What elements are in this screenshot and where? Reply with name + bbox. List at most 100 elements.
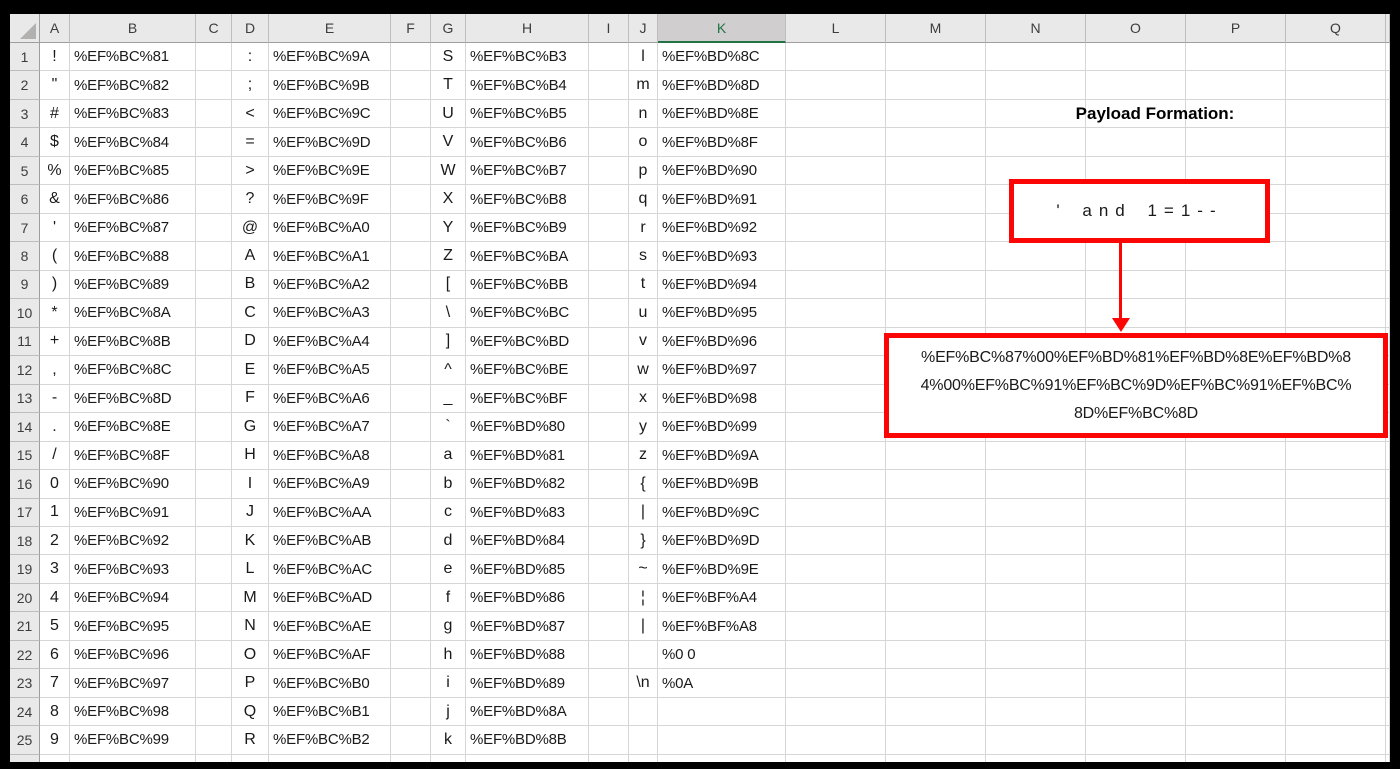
cell-H20[interactable]: %EF%BD%86	[466, 583, 589, 613]
cell-L25[interactable]	[786, 726, 886, 755]
cell-C6[interactable]	[196, 185, 232, 214]
cell-O13[interactable]	[1086, 384, 1186, 414]
cell-C8[interactable]	[196, 242, 232, 271]
cell-L24[interactable]	[786, 697, 886, 727]
cell-B3[interactable]: %EF%BC%83	[70, 99, 196, 129]
cell-F6[interactable]	[391, 185, 431, 214]
cell-L7[interactable]	[786, 213, 886, 243]
cell-O2[interactable]	[1086, 71, 1186, 100]
row-header-15[interactable]: 15	[10, 441, 40, 471]
cell-C22[interactable]	[196, 640, 232, 670]
cell-J5[interactable]: p	[629, 156, 658, 186]
cell-M23[interactable]	[886, 669, 986, 698]
cell-A18[interactable]: 2	[40, 526, 70, 556]
cell-P13[interactable]	[1186, 384, 1286, 414]
cell-G9[interactable]: [	[431, 270, 466, 300]
cell-D11[interactable]: D	[232, 327, 269, 357]
cell-P8[interactable]	[1186, 242, 1286, 271]
cell-O7[interactable]	[1086, 213, 1186, 243]
cell-H17[interactable]: %EF%BD%83	[466, 498, 589, 527]
cell-F24[interactable]	[391, 697, 431, 727]
cell-N26[interactable]	[986, 754, 1086, 762]
cell-J4[interactable]: o	[629, 128, 658, 157]
cell-A4[interactable]: $	[40, 128, 70, 157]
cell-G2[interactable]: T	[431, 71, 466, 100]
cell-H10[interactable]: %EF%BC%BC	[466, 299, 589, 328]
cell-H6[interactable]: %EF%BC%B8	[466, 185, 589, 214]
cell-F25[interactable]	[391, 726, 431, 755]
cell-G23[interactable]: i	[431, 669, 466, 698]
cell-H16[interactable]: %EF%BD%82	[466, 470, 589, 499]
cell-O25[interactable]	[1086, 726, 1186, 755]
cell-Q9[interactable]	[1286, 270, 1386, 300]
cell-Q15[interactable]	[1286, 441, 1386, 471]
cell-A2[interactable]: "	[40, 71, 70, 100]
cell-C2[interactable]	[196, 71, 232, 100]
cell-Q24[interactable]	[1286, 697, 1386, 727]
cell-N11[interactable]	[986, 327, 1086, 357]
cell-E14[interactable]: %EF%BC%A7	[269, 413, 391, 442]
cell-F26[interactable]	[391, 754, 431, 762]
cell-Q17[interactable]	[1286, 498, 1386, 527]
row-header-24[interactable]: 24	[10, 697, 40, 727]
cell-L21[interactable]	[786, 612, 886, 641]
cell-A10[interactable]: *	[40, 299, 70, 328]
row-header-9[interactable]: 9	[10, 270, 40, 300]
column-header-H[interactable]: H	[466, 14, 589, 43]
row-header-18[interactable]: 18	[10, 526, 40, 556]
cell-E8[interactable]: %EF%BC%A1	[269, 242, 391, 271]
cell-K18[interactable]: %EF%BD%9D	[658, 526, 786, 556]
cell-F13[interactable]	[391, 384, 431, 414]
row-header-14[interactable]: 14	[10, 413, 40, 442]
cell-C14[interactable]	[196, 413, 232, 442]
cell-Q22[interactable]	[1286, 640, 1386, 670]
row-header-6[interactable]: 6	[10, 185, 40, 214]
cell-J7[interactable]: r	[629, 213, 658, 243]
cell-D1[interactable]: :	[232, 43, 269, 72]
cell-P4[interactable]	[1186, 128, 1286, 157]
cell-E6[interactable]: %EF%BC%9F	[269, 185, 391, 214]
cell-M26[interactable]	[886, 754, 986, 762]
row-header-23[interactable]: 23	[10, 669, 40, 698]
cell-P20[interactable]	[1186, 583, 1286, 613]
cell-A16[interactable]: 0	[40, 470, 70, 499]
cell-D23[interactable]: P	[232, 669, 269, 698]
cell-P11[interactable]	[1186, 327, 1286, 357]
cell-H5[interactable]: %EF%BC%B7	[466, 156, 589, 186]
cell-E1[interactable]: %EF%BC%9A	[269, 43, 391, 72]
cell-C23[interactable]	[196, 669, 232, 698]
column-header-E[interactable]: E	[269, 14, 391, 43]
row-header-25[interactable]: 25	[10, 726, 40, 755]
cell-J24[interactable]	[629, 697, 658, 727]
cell-B20[interactable]: %EF%BC%94	[70, 583, 196, 613]
cell-B10[interactable]: %EF%BC%8A	[70, 299, 196, 328]
cell-N19[interactable]	[986, 555, 1086, 584]
cell-M25[interactable]	[886, 726, 986, 755]
cell-H7[interactable]: %EF%BC%B9	[466, 213, 589, 243]
cell-O12[interactable]	[1086, 356, 1186, 385]
cell-G3[interactable]: U	[431, 99, 466, 129]
cell-A25[interactable]: 9	[40, 726, 70, 755]
cell-B7[interactable]: %EF%BC%87	[70, 213, 196, 243]
cell-O22[interactable]	[1086, 640, 1186, 670]
cell-P15[interactable]	[1186, 441, 1286, 471]
cell-D18[interactable]: K	[232, 526, 269, 556]
cell-D19[interactable]: L	[232, 555, 269, 584]
cell-F3[interactable]	[391, 99, 431, 129]
cell-I8[interactable]	[589, 242, 629, 271]
cell-L1[interactable]	[786, 43, 886, 72]
cell-F12[interactable]	[391, 356, 431, 385]
cell-A19[interactable]: 3	[40, 555, 70, 584]
cell-Q20[interactable]	[1286, 583, 1386, 613]
cell-I22[interactable]	[589, 640, 629, 670]
row-header-16[interactable]: 16	[10, 470, 40, 499]
cell-Q26[interactable]	[1286, 754, 1386, 762]
cell-K13[interactable]: %EF%BD%98	[658, 384, 786, 414]
cell-Q10[interactable]	[1286, 299, 1386, 328]
cell-P9[interactable]	[1186, 270, 1286, 300]
cell-C24[interactable]	[196, 697, 232, 727]
cell-O14[interactable]	[1086, 413, 1186, 442]
cell-B19[interactable]: %EF%BC%93	[70, 555, 196, 584]
cell-H19[interactable]: %EF%BD%85	[466, 555, 589, 584]
cell-L8[interactable]	[786, 242, 886, 271]
